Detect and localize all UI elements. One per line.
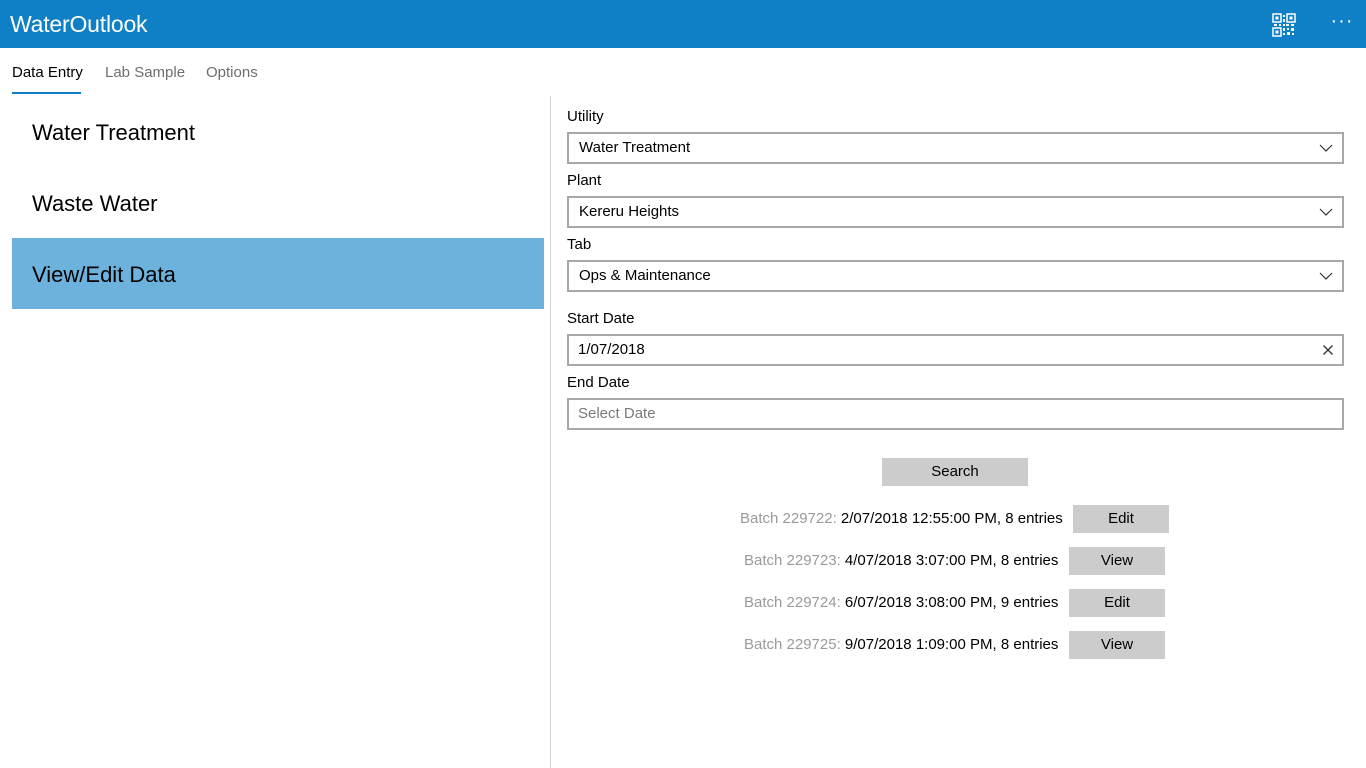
- start-date-label: Start Date: [567, 310, 635, 327]
- tab-label: Tab: [567, 236, 592, 253]
- batch-row: Batch 229724: 6/07/2018 3:08:00 PM, 9 en…: [744, 589, 1166, 617]
- end-date-label: End Date: [567, 374, 630, 391]
- tab-bar: Data Entry Lab Sample Options: [0, 48, 1366, 96]
- chevron-down-icon: [1319, 272, 1333, 280]
- batch-detail: 4/07/2018 3:07:00 PM, 8 entries: [844, 552, 1059, 569]
- menu-item-label: Water Treatment: [32, 120, 196, 145]
- batch-id: Batch 229722:: [740, 510, 837, 527]
- more-icon[interactable]: ···: [1328, 10, 1356, 38]
- menu-item-waste-water[interactable]: Waste Water: [12, 167, 544, 238]
- batch-info: Batch 229724: 6/07/2018 3:08:00 PM, 9 en…: [744, 594, 1058, 611]
- batch-id: Batch 229724:: [744, 594, 841, 611]
- utility-dropdown[interactable]: Water Treatment: [567, 132, 1344, 164]
- menu-item-label: Waste Water: [32, 191, 158, 216]
- plant-dropdown[interactable]: Kereru Heights: [567, 196, 1344, 228]
- tab-dropdown[interactable]: Ops & Maintenance: [567, 260, 1344, 292]
- batch-info: Batch 229722: 2/07/2018 12:55:00 PM, 8 e…: [740, 510, 1063, 527]
- menu-item-view-edit-data[interactable]: View/Edit Data: [12, 238, 544, 309]
- plant-label: Plant: [567, 172, 602, 189]
- pane-divider: [550, 96, 551, 768]
- chevron-down-icon: [1319, 208, 1333, 216]
- menu-item-water-treatment[interactable]: Water Treatment: [12, 96, 544, 167]
- end-date-field[interactable]: Select Date: [567, 398, 1344, 430]
- batch-row: Batch 229722: 2/07/2018 12:55:00 PM, 8 e…: [740, 505, 1170, 533]
- batch-info: Batch 229725: 9/07/2018 1:09:00 PM, 8 en…: [744, 636, 1058, 653]
- tab-value: Ops & Maintenance: [579, 267, 711, 284]
- search-button[interactable]: Search: [882, 458, 1028, 486]
- batch-view-button[interactable]: View: [1069, 547, 1165, 575]
- tab-options[interactable]: Options: [206, 64, 258, 81]
- tab-data-entry[interactable]: Data Entry: [12, 64, 83, 81]
- end-date-placeholder: Select Date: [578, 405, 656, 422]
- batch-id: Batch 229723:: [744, 552, 841, 569]
- qr-code-icon[interactable]: [1272, 13, 1296, 37]
- app-title: WaterOutlook: [10, 11, 148, 37]
- clear-icon[interactable]: [1320, 342, 1336, 358]
- batch-row: Batch 229723: 4/07/2018 3:07:00 PM, 8 en…: [744, 547, 1166, 575]
- batch-view-button[interactable]: View: [1069, 631, 1165, 659]
- batch-id: Batch 229725:: [744, 636, 841, 653]
- batch-edit-button[interactable]: Edit: [1073, 505, 1169, 533]
- batch-detail: 6/07/2018 3:08:00 PM, 9 entries: [844, 594, 1059, 611]
- chevron-down-icon: [1319, 144, 1333, 152]
- start-date-field[interactable]: 1/07/2018: [567, 334, 1344, 366]
- plant-value: Kereru Heights: [579, 203, 680, 220]
- title-bar: WaterOutlook ···: [0, 0, 1366, 48]
- utility-value: Water Treatment: [579, 139, 691, 156]
- batch-edit-button[interactable]: Edit: [1069, 589, 1165, 617]
- batch-info: Batch 229723: 4/07/2018 3:07:00 PM, 8 en…: [744, 552, 1058, 569]
- batch-row: Batch 229725: 9/07/2018 1:09:00 PM, 8 en…: [744, 631, 1166, 659]
- utility-label: Utility: [567, 108, 604, 125]
- menu-item-label: View/Edit Data: [32, 262, 176, 287]
- batch-detail: 2/07/2018 12:55:00 PM, 8 entries: [840, 510, 1063, 527]
- batch-detail: 9/07/2018 1:09:00 PM, 8 entries: [844, 636, 1059, 653]
- tab-lab-sample[interactable]: Lab Sample: [105, 64, 185, 81]
- start-date-value: 1/07/2018: [578, 341, 645, 358]
- active-tab-indicator: [12, 92, 81, 94]
